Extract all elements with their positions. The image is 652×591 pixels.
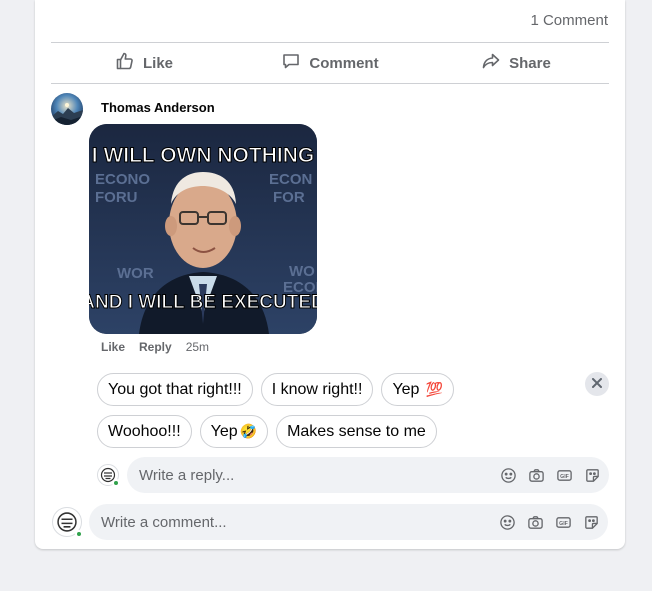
meme-bottom-caption: AND I WILL BE EXECUTED	[89, 292, 317, 313]
emoji-icon[interactable]	[499, 466, 517, 484]
suggested-reply-chip[interactable]: Yep 🤣	[199, 415, 269, 448]
online-status-dot	[112, 479, 120, 487]
meme-bg-word: WO	[289, 263, 315, 280]
close-icon	[592, 375, 602, 393]
comment-input-row: GIF	[52, 504, 608, 540]
comment-timestamp[interactable]: 25m	[186, 340, 209, 354]
gif-icon[interactable]: GIF	[554, 513, 572, 531]
camera-icon[interactable]	[527, 466, 545, 484]
meme-bg-word: FOR	[273, 189, 305, 206]
user-avatar[interactable]	[52, 507, 83, 538]
suggested-replies-row-1: You got that right!!! I know right!! Yep…	[97, 373, 454, 406]
meme-bg-word: FORU	[95, 189, 138, 206]
comment-label: Comment	[309, 54, 379, 72]
thumbs-up-icon	[115, 51, 135, 75]
speech-bubble-icon	[281, 51, 301, 75]
comment-input[interactable]	[101, 513, 498, 531]
suggested-reply-chip[interactable]: I know right!!	[260, 373, 374, 406]
post-actions: Like Comment Share	[51, 43, 609, 83]
gif-icon[interactable]: GIF	[555, 466, 573, 484]
reply-input-row: GIF	[97, 457, 609, 493]
comment-count[interactable]: 1 Comment	[530, 12, 608, 29]
reply-input-box: GIF	[127, 457, 609, 493]
comment-like-link[interactable]: Like	[101, 340, 125, 354]
comment-reply-link[interactable]: Reply	[139, 340, 172, 354]
meme-bg-word: WOR	[117, 265, 154, 282]
commenter-avatar[interactable]	[51, 93, 83, 125]
dismiss-suggestions-button[interactable]	[585, 372, 609, 396]
svg-text:GIF: GIF	[559, 520, 568, 526]
suggested-reply-chip[interactable]: Yep 💯	[381, 373, 454, 406]
share-button[interactable]: Share	[423, 43, 609, 83]
suggested-reply-chip[interactable]: You got that right!!!	[97, 373, 253, 406]
share-label: Share	[509, 54, 551, 72]
like-button[interactable]: Like	[51, 43, 237, 83]
comment-button[interactable]: Comment	[237, 43, 423, 83]
comment-meta: Like Reply 25m	[101, 340, 209, 354]
sticker-icon[interactable]	[583, 466, 601, 484]
like-label: Like	[142, 54, 173, 72]
meme-bg-word: ECON	[269, 171, 312, 188]
suggested-reply-chip[interactable]: Makes sense to me	[276, 415, 437, 448]
divider	[51, 83, 609, 84]
sticker-icon[interactable]	[582, 513, 600, 531]
share-arrow-icon	[481, 51, 501, 75]
laughing-emoji: 🤣	[239, 423, 258, 439]
meme-bg-word: ECONO	[95, 171, 150, 188]
hundred-points-emoji: 💯	[425, 381, 443, 397]
comment-input-box: GIF	[89, 504, 608, 540]
svg-text:GIF: GIF	[560, 473, 569, 479]
suggested-reply-chip[interactable]: Woohoo!!!	[97, 415, 192, 448]
online-status-dot	[75, 530, 83, 538]
suggested-replies-row-2: Woohoo!!! Yep 🤣 Makes sense to me	[97, 415, 437, 448]
comment-author[interactable]: Thomas Anderson	[101, 100, 215, 115]
meme-top-caption: I WILL OWN NOTHING	[92, 144, 314, 167]
reply-input[interactable]	[139, 466, 499, 484]
comment-meme-image[interactable]: ECONO FORU ECON FOR WOR WO ECON I	[89, 124, 317, 334]
emoji-icon[interactable]	[498, 513, 516, 531]
camera-icon[interactable]	[526, 513, 544, 531]
post-card: 1 Comment Like Comment Share Thomas Ande…	[35, 0, 625, 549]
user-avatar[interactable]	[97, 464, 120, 487]
